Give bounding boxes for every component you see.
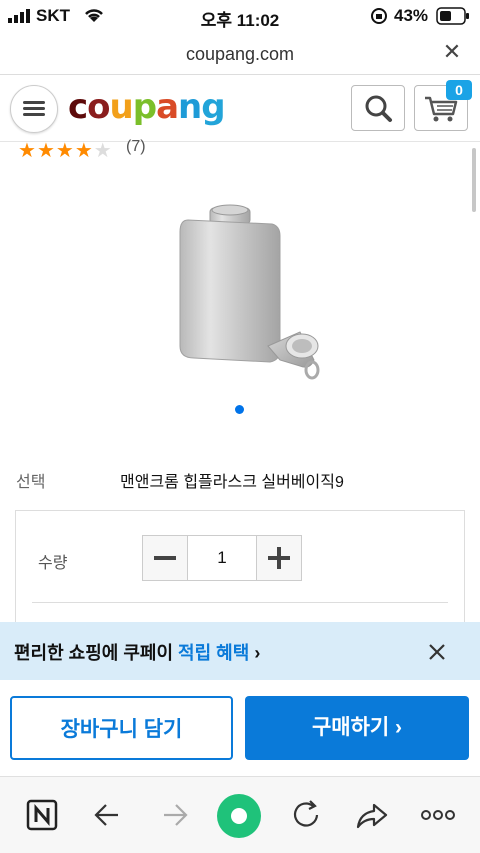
banner-text[interactable]: 편리한 쇼핑에 쿠페이 적립 혜택 › xyxy=(14,639,260,665)
naver-n-icon[interactable] xyxy=(22,795,62,835)
add-to-cart-button[interactable]: 장바구니 담기 xyxy=(10,696,233,760)
search-button[interactable] xyxy=(351,85,405,131)
action-bar: 장바구니 담기 구매하기 › xyxy=(0,680,480,776)
close-icon[interactable] xyxy=(424,639,450,665)
hamburger-icon xyxy=(23,101,45,104)
site-header: coupang xyxy=(0,75,480,142)
status-bar: SKT 오후 11:02 43% xyxy=(0,0,480,32)
banner-text-highlight: 적립 혜택 xyxy=(178,643,250,663)
quantity-stepper[interactable]: 1 xyxy=(142,535,302,581)
star-icon: ★ xyxy=(93,140,113,162)
browser-toolbar xyxy=(0,776,480,853)
scrollbar[interactable] xyxy=(472,148,476,212)
logo-letter: p xyxy=(132,87,157,127)
increase-button[interactable] xyxy=(256,536,301,580)
decrease-button[interactable] xyxy=(143,536,188,580)
carousel-indicator[interactable] xyxy=(235,405,244,414)
back-arrow-icon[interactable] xyxy=(88,795,128,835)
url-text[interactable]: coupang.com xyxy=(0,44,480,65)
star-icon: ★ xyxy=(36,140,56,162)
rating-stars: ★★★★★ xyxy=(18,138,113,163)
divider xyxy=(32,602,448,603)
logo-letter: u xyxy=(109,87,134,127)
forward-arrow-icon[interactable] xyxy=(154,795,194,835)
orientation-lock-icon xyxy=(371,8,387,24)
review-count[interactable]: (7) xyxy=(126,138,146,156)
product-image[interactable] xyxy=(150,190,330,390)
logo-letter: a xyxy=(156,87,179,127)
green-dot-icon[interactable] xyxy=(216,793,262,839)
option-value[interactable]: 맨앤크롬 힙플라스크 실버베이직9 xyxy=(120,468,344,492)
coupay-banner[interactable]: 편리한 쇼핑에 쿠페이 적립 혜택 › xyxy=(0,622,480,680)
quantity-label: 수량 xyxy=(38,555,68,572)
coupang-logo[interactable]: coupang xyxy=(68,87,226,127)
browser-url-bar[interactable]: coupang.com ✕ xyxy=(0,32,480,75)
minus-icon xyxy=(154,556,176,560)
quantity-value[interactable]: 1 xyxy=(187,536,257,580)
search-icon xyxy=(365,95,392,122)
share-icon[interactable] xyxy=(352,795,392,835)
star-icon: ★ xyxy=(74,140,94,162)
option-label: 선택 xyxy=(16,474,46,491)
battery-percent: 43% xyxy=(394,6,429,25)
close-icon[interactable]: ✕ xyxy=(440,40,464,64)
plus-icon xyxy=(268,547,290,569)
logo-letter: n xyxy=(178,87,202,127)
more-icon[interactable] xyxy=(418,795,458,835)
banner-text-prefix: 편리한 쇼핑에 쿠페이 xyxy=(14,643,179,663)
logo-letter: g xyxy=(201,87,225,127)
buy-now-button[interactable]: 구매하기 › xyxy=(245,696,469,760)
cart-count-badge: 0 xyxy=(446,80,472,100)
logo-letter: o xyxy=(87,87,110,127)
battery-icon xyxy=(436,7,469,25)
chevron-right-icon: › xyxy=(254,643,261,663)
star-icon: ★ xyxy=(55,140,75,162)
refresh-icon[interactable] xyxy=(286,795,326,835)
menu-button[interactable] xyxy=(10,85,58,133)
star-icon: ★ xyxy=(18,140,37,162)
logo-letter: c xyxy=(68,87,88,127)
